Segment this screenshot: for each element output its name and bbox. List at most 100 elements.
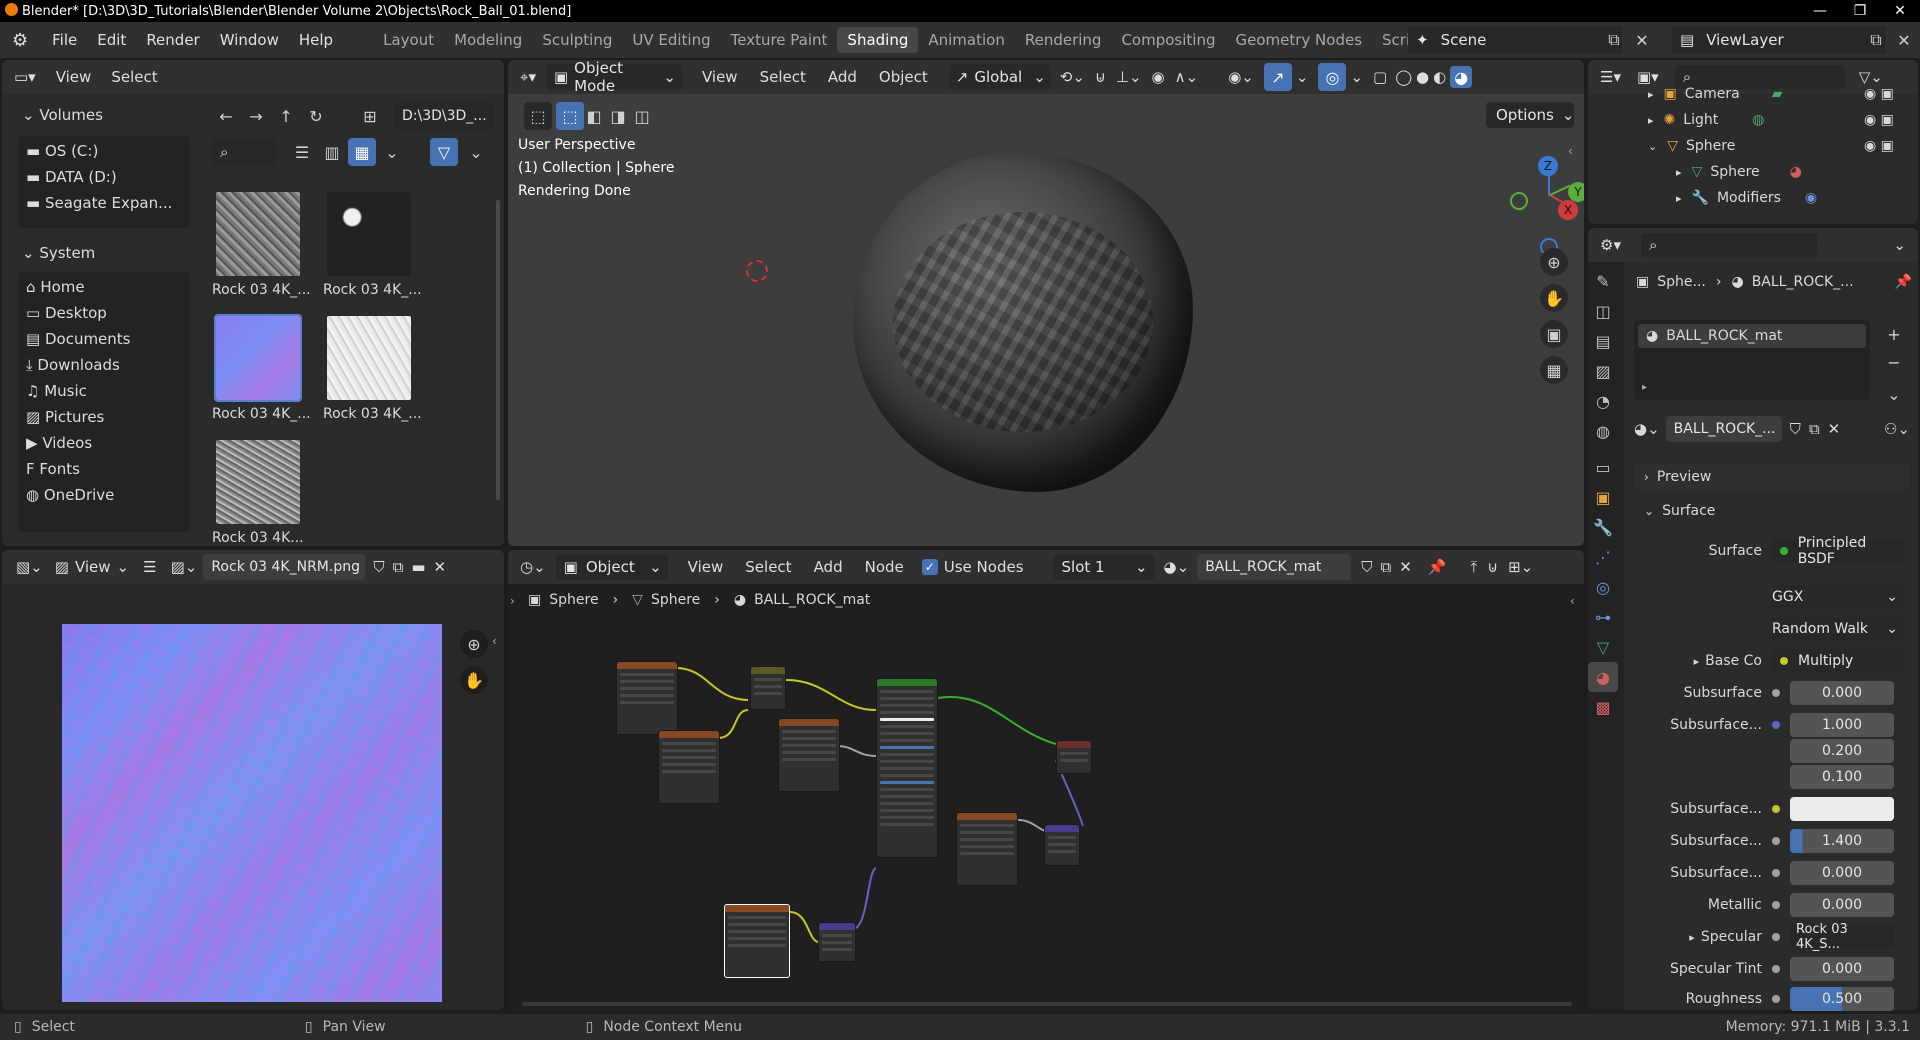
delete-scene-icon[interactable]: ✕ <box>1628 26 1656 54</box>
tab-animation[interactable]: Animation <box>918 27 1014 53</box>
orientation-selector[interactable]: ↗ Global ⌄ <box>949 64 1050 90</box>
editor-type-icon[interactable]: ▭▾ <box>14 68 36 86</box>
delete-view-layer-icon[interactable]: ✕ <box>1890 26 1918 54</box>
view-mode-icon[interactable]: ▨ <box>55 558 69 576</box>
system-title[interactable]: ⌄ System <box>22 244 95 262</box>
roughness-field[interactable]: 0.500 <box>1790 987 1894 1011</box>
volume-data[interactable]: ▬ DATA (D:) <box>26 168 117 186</box>
ie-view-dropdown[interactable]: View <box>75 558 111 576</box>
subsurface-ior-field[interactable]: 1.400 <box>1790 829 1894 853</box>
new-image-icon[interactable]: ⧉ <box>393 558 404 576</box>
subsurface-method-dropdown[interactable]: Random Walk ⌄ <box>1772 617 1904 641</box>
file-thumbnail-color[interactable] <box>216 192 300 276</box>
add-slot-icon[interactable]: + <box>1880 320 1908 348</box>
vp-menu-object[interactable]: Object <box>879 68 928 86</box>
blender-menu-icon[interactable]: ⚙ <box>12 30 28 51</box>
gizmo-z-axis[interactable]: Z <box>1538 156 1558 176</box>
overlay-toggle-icon[interactable]: ◎ <box>1318 63 1347 91</box>
fb-menu-select[interactable]: Select <box>111 68 157 86</box>
navigation-gizmo[interactable]: Z Y X <box>1510 154 1584 256</box>
tool-tab-icon[interactable]: ✎ <box>1588 266 1618 296</box>
output-tab-icon[interactable]: ▤ <box>1588 326 1618 356</box>
view-layer-selector[interactable]: ▤ ViewLayer <box>1672 26 1886 54</box>
vp-menu-view[interactable]: View <box>702 68 738 86</box>
outliner-item-modifiers[interactable]: ▸ 🔧 Modifiers ◉ <box>1676 190 1817 206</box>
image-name-field[interactable]: Rock 03 4K_NRM.png <box>203 554 366 580</box>
scene-tab-icon[interactable]: ◔ <box>1588 386 1618 416</box>
restore-icon[interactable]: ❐ <box>1840 0 1880 22</box>
wireframe-shading-icon[interactable]: ◯ <box>1395 68 1412 86</box>
tab-rendering[interactable]: Rendering <box>1015 27 1112 53</box>
tab-uv-editing[interactable]: UV Editing <box>622 27 720 53</box>
material-browse-icon[interactable]: ◕⌄ <box>1634 420 1660 438</box>
displacement-node[interactable] <box>1044 824 1080 866</box>
visibility-eye-icon[interactable]: ◉ ▣ <box>1864 86 1894 102</box>
system-onedrive[interactable]: ◍ OneDrive <box>26 486 114 504</box>
subsurface-field[interactable]: 0.000 <box>1790 681 1894 705</box>
tab-sculpting[interactable]: Sculpting <box>532 27 622 53</box>
outliner-item-camera[interactable]: ▸ ▣ Camera ▰ <box>1648 86 1783 102</box>
tab-compositing[interactable]: Compositing <box>1111 27 1225 53</box>
file-thumbnail-specular[interactable] <box>216 440 300 524</box>
new-scene-icon[interactable]: ⧉ <box>1600 26 1628 54</box>
volume-os[interactable]: ▬ OS (C:) <box>26 142 98 160</box>
menu-file[interactable]: File <box>42 31 87 49</box>
system-pictures[interactable]: ▨ Pictures <box>26 408 104 426</box>
tab-layout[interactable]: Layout <box>373 27 444 53</box>
file-thumbnail-normal[interactable] <box>214 314 302 402</box>
forward-icon[interactable]: → <box>242 102 270 130</box>
close-window-icon[interactable]: ✕ <box>1880 0 1920 22</box>
mode-selector[interactable]: ▣ Object Mode ⌄ <box>545 60 682 95</box>
snap-icon[interactable]: ⊍ <box>1095 68 1106 86</box>
file-scrollbar[interactable] <box>496 200 500 500</box>
new-view-layer-icon[interactable]: ⧉ <box>1862 26 1890 54</box>
editor-type-icon[interactable]: ☰▾ <box>1600 68 1621 86</box>
volumes-title[interactable]: ⌄ Volumes <box>22 106 103 124</box>
physics-tab-icon[interactable]: ◎ <box>1588 572 1618 602</box>
file-thumbnail-roughness[interactable] <box>327 316 411 400</box>
duplicate-material-icon[interactable]: ⧉ <box>1809 420 1820 438</box>
constraints-tab-icon[interactable]: ⊶ <box>1588 602 1618 632</box>
distribution-dropdown[interactable]: GGX ⌄ <box>1772 585 1904 609</box>
node-link-icon[interactable]: ⚇⌄ <box>1884 420 1910 438</box>
image-texture-node[interactable] <box>616 661 678 735</box>
visibility-eye-icon[interactable]: ◉ ▣ <box>1864 112 1894 128</box>
menu-edit[interactable]: Edit <box>87 31 136 49</box>
metallic-field[interactable]: 0.000 <box>1790 893 1894 917</box>
falloff-icon[interactable]: ∧⌄ <box>1175 68 1199 86</box>
image-browse-icon[interactable]: ▨⌄ <box>171 558 198 576</box>
rock-sphere-object[interactable] <box>853 152 1193 492</box>
display-mode-icon[interactable]: ▣▾ <box>1637 68 1659 86</box>
world-tab-icon[interactable]: ◍ <box>1588 416 1618 446</box>
image-texture-node[interactable] <box>658 730 720 804</box>
solid-shading-icon[interactable]: ● <box>1416 68 1429 86</box>
base-color-field[interactable]: Multiply <box>1772 649 1904 673</box>
properties-search-field[interactable]: ⌕ <box>1640 233 1817 257</box>
proportional-edit-icon[interactable]: ◉ <box>1152 68 1165 86</box>
back-icon[interactable]: ← <box>212 102 240 130</box>
display-size-dropdown-icon[interactable]: ⌄ <box>378 138 406 166</box>
filter-icon[interactable]: ▽ <box>430 138 458 166</box>
fake-user-shield-icon[interactable]: ⛉ <box>1790 420 1801 438</box>
subsurface-radius-y[interactable]: 0.200 <box>1790 739 1894 763</box>
material-preview-icon[interactable]: ◐ <box>1433 68 1446 86</box>
file-thumbnail-displacement[interactable] <box>327 192 411 276</box>
pin-icon[interactable]: 📌 <box>1895 274 1912 290</box>
menu-render[interactable]: Render <box>136 31 209 49</box>
tab-modeling[interactable]: Modeling <box>444 27 532 53</box>
system-home[interactable]: ⌂ Home <box>26 278 85 296</box>
material-output-node[interactable] <box>1056 740 1092 774</box>
menu-window[interactable]: Window <box>210 31 289 49</box>
thumbnails-icon[interactable]: ▦ <box>348 138 376 166</box>
sidebar-toggle-icon[interactable]: ‹ <box>1568 144 1573 158</box>
pivot-icon[interactable]: ⟲⌄ <box>1060 68 1085 86</box>
node-editor-scrollbar[interactable] <box>522 1002 1572 1006</box>
outliner-item-sphere[interactable]: ⌄ ▽ Sphere <box>1648 138 1735 154</box>
sidebar-toggle-icon[interactable]: ‹ <box>492 634 497 648</box>
system-documents[interactable]: ▤ Documents <box>26 330 131 348</box>
volume-seagate[interactable]: ▬ Seagate Expan... <box>26 194 172 212</box>
perspective-toggle-icon[interactable]: ▦ <box>1540 356 1568 384</box>
vp-menu-add[interactable]: Add <box>828 68 857 86</box>
pan-hand-icon[interactable]: ✋ <box>1540 284 1568 312</box>
vertical-list-icon[interactable]: ☰ <box>288 138 316 166</box>
